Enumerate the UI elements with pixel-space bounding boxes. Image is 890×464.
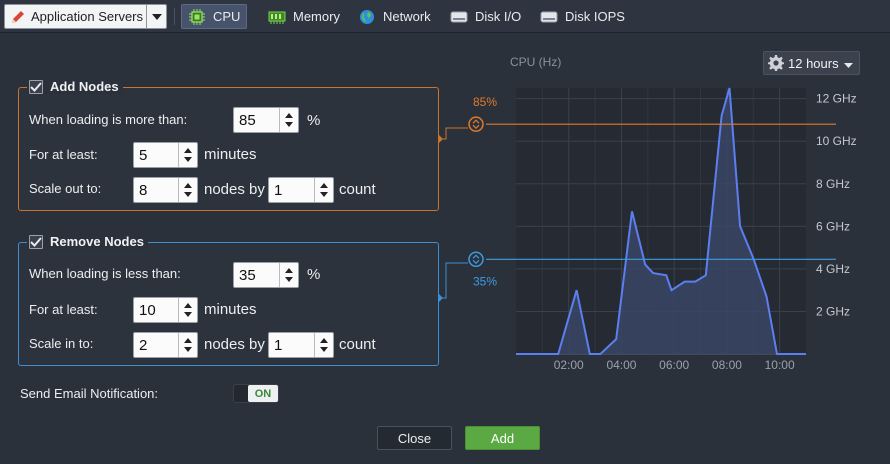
server-selector[interactable]: Application Servers [4, 4, 167, 29]
gear-icon [764, 55, 788, 71]
tab-disk-io-label: Disk I/O [475, 9, 522, 24]
y-tick-label: 2 GHz [816, 304, 850, 318]
remove-loading-spinner[interactable]: 35 [233, 262, 299, 288]
x-tick-label: 02:00 [554, 358, 584, 372]
add-step-spinner[interactable]: 1 [268, 177, 334, 203]
remove-threshold-connector [439, 262, 468, 302]
remove-scale-value[interactable]: 2 [134, 337, 178, 354]
add-loading-spinner[interactable]: 85 [233, 107, 299, 133]
tab-disk-iops-label: Disk IOPS [565, 9, 625, 24]
x-tick-label: 10:00 [765, 358, 795, 372]
time-range-button[interactable]: 12 hours [763, 51, 860, 75]
time-range-label: 12 hours [788, 55, 839, 71]
x-tick-label: 06:00 [659, 358, 689, 372]
email-notification-toggle[interactable]: ON [233, 384, 279, 403]
cpu-icon [188, 8, 206, 25]
top-toolbar: Application Servers CPU Memory Network D… [0, 0, 890, 33]
tab-disk-io[interactable]: Disk I/O [444, 4, 527, 29]
remove-loading-label: When loading is less than: [29, 266, 181, 281]
add-scale-label: Scale out to: [29, 181, 102, 196]
y-tick-label: 4 GHz [816, 262, 850, 276]
remove-nodes-title: Remove Nodes [50, 234, 144, 249]
tab-memory-label: Memory [293, 9, 340, 24]
y-tick-label: 12 GHz [816, 92, 857, 106]
tab-network[interactable]: Network [352, 4, 437, 29]
remove-loading-unit: % [307, 266, 321, 283]
y-tick-label: 10 GHz [816, 134, 857, 148]
add-step-unit: count [339, 181, 376, 198]
add-duration-label: For at least: [29, 147, 98, 162]
remove-duration-label: For at least: [29, 302, 98, 317]
add-step-value[interactable]: 1 [269, 182, 314, 199]
globe-icon [358, 9, 376, 25]
add-button[interactable]: Add [465, 426, 540, 450]
remove-step-unit: count [339, 336, 376, 353]
lower-threshold-label: 35% [473, 274, 497, 288]
toolbar-divider [174, 8, 175, 25]
close-button[interactable]: Close [377, 426, 452, 450]
spinner-arrows-icon[interactable] [279, 263, 298, 287]
y-tick-label: 8 GHz [816, 177, 850, 191]
email-notification-label: Send Email Notification: [20, 386, 159, 401]
chart-title: CPU (Hz) [510, 55, 562, 69]
remove-nodes-by-text: nodes by [204, 336, 265, 353]
pencil-icon [5, 5, 31, 28]
chevron-down-icon [844, 56, 853, 71]
remove-scale-spinner[interactable]: 2 [133, 332, 198, 358]
tab-cpu[interactable]: CPU [181, 4, 248, 29]
add-duration-value[interactable]: 5 [134, 147, 178, 164]
remove-step-spinner[interactable]: 1 [268, 332, 334, 358]
spinner-arrows-icon[interactable] [178, 143, 197, 167]
disk-icon [540, 9, 558, 25]
memory-icon [268, 9, 286, 25]
server-selector-label: Application Servers [31, 9, 143, 24]
cpu-chart: 02:00 04:00 06:00 08:00 10:00 2 GHz 4 GHz 6 GHz… [468, 87, 857, 372]
spinner-arrows-icon[interactable] [178, 298, 197, 322]
spinner-arrows-icon[interactable] [314, 178, 333, 202]
tab-network-label: Network [383, 9, 431, 24]
remove-loading-value[interactable]: 35 [234, 267, 279, 284]
add-duration-spinner[interactable]: 5 [133, 142, 198, 168]
spinner-arrows-icon[interactable] [279, 108, 298, 132]
spinner-arrows-icon[interactable] [178, 333, 197, 357]
remove-duration-spinner[interactable]: 10 [133, 297, 198, 323]
chevron-down-icon[interactable] [146, 5, 166, 28]
add-loading-value[interactable]: 85 [234, 112, 279, 129]
add-threshold-connector [439, 127, 468, 143]
disk-icon [450, 9, 468, 25]
add-duration-unit: minutes [204, 146, 257, 163]
add-nodes-title: Add Nodes [50, 79, 119, 94]
tab-cpu-label: CPU [213, 9, 241, 24]
add-loading-label: When loading is more than: [29, 112, 188, 127]
add-loading-unit: % [307, 112, 321, 129]
remove-step-value[interactable]: 1 [269, 337, 314, 354]
add-scale-spinner[interactable]: 8 [133, 177, 198, 203]
y-tick-label: 6 GHz [816, 219, 850, 233]
tab-disk-iops[interactable]: Disk IOPS [534, 4, 631, 29]
remove-nodes-checkbox[interactable] [29, 234, 43, 249]
x-tick-label: 04:00 [606, 358, 636, 372]
toggle-state: ON [248, 385, 278, 402]
upper-threshold-label: 85% [473, 95, 497, 109]
remove-nodes-legend: Remove Nodes [27, 234, 148, 249]
remove-scale-label: Scale in to: [29, 336, 94, 351]
add-nodes-by-text: nodes by [204, 181, 265, 198]
remove-duration-value[interactable]: 10 [134, 302, 178, 319]
add-scale-value[interactable]: 8 [134, 182, 178, 199]
spinner-arrows-icon[interactable] [314, 333, 333, 357]
remove-duration-unit: minutes [204, 301, 257, 318]
x-tick-label: 08:00 [712, 358, 742, 372]
add-nodes-checkbox[interactable] [29, 79, 43, 94]
tab-memory[interactable]: Memory [262, 4, 346, 29]
add-nodes-legend: Add Nodes [27, 79, 123, 94]
spinner-arrows-icon[interactable] [178, 178, 197, 202]
